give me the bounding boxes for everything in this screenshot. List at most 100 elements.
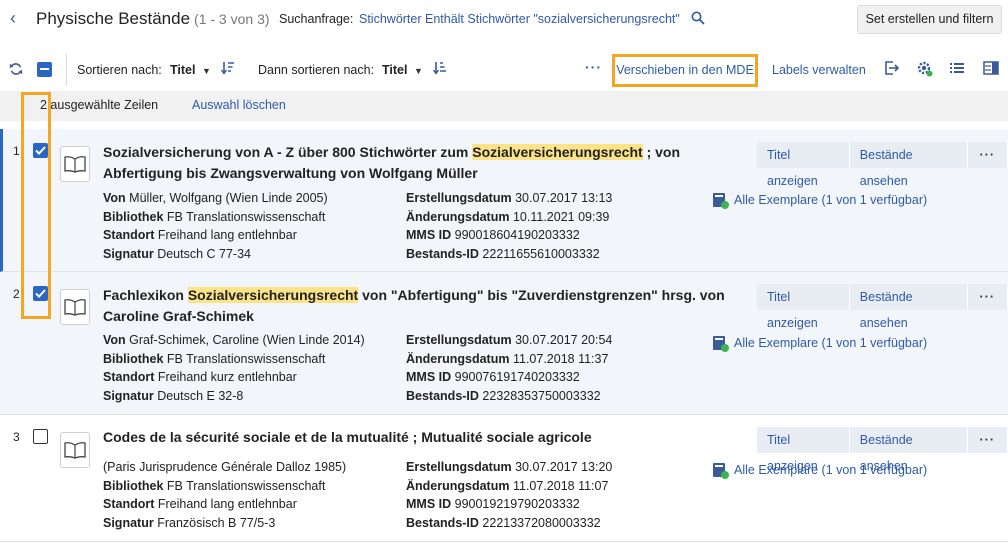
title-text: Codes de la sécurité sociale et de la mu…	[103, 429, 592, 445]
meta-label: Änderungsdatum	[406, 209, 510, 224]
library-value: FB Translationswissenschaft	[166, 351, 326, 366]
query-value-link[interactable]: Stichwörter Enthält Stichwörter "sozialv…	[359, 12, 680, 26]
meta-label: MMS ID	[406, 370, 452, 385]
meta-label: Standort	[103, 228, 155, 243]
book-icon	[60, 289, 90, 325]
meta-label: Bestands-ID	[406, 515, 479, 530]
all-items-link[interactable]: Alle Exemplare (1 von 1 verfügbar)	[734, 193, 927, 207]
title-text: Fachlexikon	[103, 287, 188, 303]
back-chevron-icon[interactable]: ‹	[10, 8, 16, 29]
callno-value: Französisch B 77/5-3	[157, 515, 276, 530]
library-value: FB Translationswissenschaft	[166, 209, 326, 224]
sort-direction-icon[interactable]	[220, 60, 235, 79]
row-actions: Titel anzeigen Bestände ansehen ···	[757, 427, 1008, 473]
view-title-button[interactable]: Titel anzeigen	[757, 427, 850, 473]
then-sort-label: Dann sortieren nach:	[258, 63, 375, 77]
then-sort-select[interactable]: Titel	[382, 63, 407, 77]
holding-value: 22328353750003332	[482, 388, 601, 403]
view-holdings-button[interactable]: Bestände ansehen	[849, 142, 968, 188]
row-meta-left: Von Müller, Wolfgang (Wien Linde 2005) B…	[103, 189, 328, 263]
chevron-down-icon[interactable]: ▼	[414, 66, 423, 76]
more-actions-button[interactable]: ···	[585, 59, 602, 75]
created-value: 30.07.2017 13:13	[515, 191, 613, 205]
meta-label: Änderungsdatum	[406, 478, 510, 493]
row-more-button[interactable]: ···	[967, 284, 1008, 310]
sort-select[interactable]: Titel	[170, 63, 195, 77]
meta-label: Erstellungsdatum	[406, 460, 512, 474]
author-value: (Paris Jurisprudence Générale Dalloz 198…	[103, 460, 347, 474]
row-checkbox[interactable]	[33, 429, 48, 444]
view-holdings-button[interactable]: Bestände ansehen	[849, 284, 968, 330]
all-items-link[interactable]: Alle Exemplare (1 von 1 verfügbar)	[734, 336, 927, 350]
row-more-button[interactable]: ···	[967, 142, 1008, 168]
search-edit-icon[interactable]	[690, 10, 706, 29]
page-title-text: Physische Bestände	[36, 9, 191, 28]
row-meta-right: Erstellungsdatum 30.07.2017 13:20 Änderu…	[406, 458, 612, 532]
split-view-icon[interactable]	[983, 60, 999, 79]
manage-labels-link[interactable]: Labels verwalten	[772, 63, 866, 77]
clear-selection-link[interactable]: Auswahl löschen	[192, 98, 286, 112]
meta-label: Erstellungsdatum	[406, 333, 512, 347]
location-value: Freihand kurz entlehnbar	[157, 370, 297, 385]
row-number: 3	[13, 430, 20, 444]
meta-label: Signatur	[103, 388, 154, 403]
row-actions: Titel anzeigen Bestände ansehen ···	[757, 142, 1008, 188]
page-title: Physische Bestände (1 - 3 von 3)	[36, 9, 270, 29]
checkbox-callout-frame	[21, 92, 51, 319]
created-value: 30.07.2017 20:54	[515, 333, 613, 347]
query-label: Suchanfrage:	[279, 12, 354, 26]
chevron-down-icon[interactable]: ▼	[202, 66, 211, 76]
row-meta-left: Von Graf-Schimek, Caroline (Wien Linde 2…	[103, 331, 365, 405]
book-icon	[60, 146, 90, 182]
mms-value: 990018604190203332	[454, 228, 580, 243]
settings-gear-icon[interactable]	[916, 60, 934, 81]
row-title[interactable]: Codes de la sécurité sociale et de la mu…	[103, 427, 753, 448]
selected-count: 2 ausgewählte Zeilen	[40, 98, 159, 112]
search-highlight: Sozialversicherungsrecht	[187, 287, 359, 303]
modified-value: 10.11.2021 09:39	[512, 209, 610, 224]
meta-label: Von	[103, 333, 126, 347]
modified-value: 11.07.2018 11:37	[512, 351, 609, 366]
modified-value: 11.07.2018 11:07	[512, 478, 609, 493]
meta-label: Bestands-ID	[406, 388, 479, 403]
meta-label: Signatur	[103, 246, 154, 261]
result-count: (1 - 3 von 3)	[194, 11, 270, 27]
author-value: Graf-Schimek, Caroline (Wien Linde 2014)	[129, 333, 365, 347]
author-value: Müller, Wolfgang (Wien Linde 2005)	[129, 191, 328, 205]
holding-value: 22213372080003332	[482, 515, 601, 530]
view-holdings-button[interactable]: Bestände ansehen	[849, 427, 968, 473]
book-icon	[60, 432, 90, 468]
row-title[interactable]: Sozialversicherung von A - Z über 800 St…	[103, 142, 753, 184]
view-title-button[interactable]: Titel anzeigen	[757, 284, 850, 330]
meta-label: Von	[103, 191, 126, 205]
move-to-mde-button[interactable]: Verschieben in den MDE	[612, 54, 758, 87]
select-all-checkbox[interactable]	[37, 62, 52, 77]
row-number: 1	[13, 144, 20, 158]
meta-label: Bestands-ID	[406, 246, 479, 261]
callno-value: Deutsch E 32-8	[157, 388, 244, 403]
meta-label: Erstellungsdatum	[406, 191, 512, 205]
meta-label: MMS ID	[406, 228, 452, 243]
meta-label: Standort	[103, 370, 155, 385]
row-meta-right: Erstellungsdatum 30.07.2017 20:54 Änderu…	[406, 331, 612, 405]
items-available-icon	[712, 335, 730, 356]
items-available-icon	[712, 462, 730, 483]
mms-value: 990019219790203332	[454, 497, 580, 512]
create-set-button[interactable]: Set erstellen und filtern	[857, 5, 1002, 34]
then-sort-direction-icon[interactable]	[432, 60, 447, 79]
created-value: 30.07.2017 13:20	[515, 460, 613, 474]
row-meta-left: (Paris Jurisprudence Générale Dalloz 198…	[103, 458, 346, 532]
row-title[interactable]: Fachlexikon Sozialversicherungsrecht von…	[103, 285, 753, 327]
row-more-button[interactable]: ···	[967, 427, 1008, 453]
export-icon[interactable]	[884, 60, 900, 79]
meta-label: Bibliothek	[103, 351, 164, 366]
view-title-button[interactable]: Titel anzeigen	[757, 142, 850, 188]
meta-label: Signatur	[103, 515, 154, 530]
title-text: Sozialversicherung von A - Z über 800 St…	[103, 144, 473, 160]
meta-label: MMS ID	[406, 497, 452, 512]
toolbar-divider	[66, 54, 67, 86]
meta-label: Bibliothek	[103, 209, 164, 224]
refresh-icon[interactable]	[9, 62, 23, 80]
list-view-icon[interactable]	[949, 60, 965, 79]
location-value: Freihand lang entlehnbar	[157, 228, 297, 243]
